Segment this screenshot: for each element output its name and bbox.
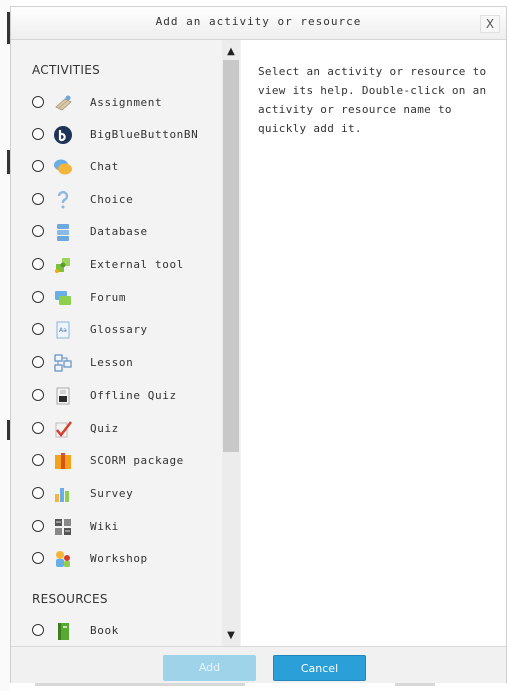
dialog-titlebar: Add an activity or resource X — [11, 7, 506, 40]
radio-button[interactable] — [32, 552, 44, 564]
scroll-thumb[interactable] — [223, 60, 239, 452]
quiz-icon — [55, 421, 72, 438]
activity-option-forum[interactable]: Forum — [11, 283, 221, 313]
activity-option-bigbluebuttonbn[interactable]: BigBlueButtonBN — [11, 120, 221, 150]
radio-button[interactable] — [32, 225, 44, 237]
background-page-content — [10, 683, 507, 691]
radio-button[interactable] — [32, 422, 44, 434]
radio-button[interactable] — [32, 624, 44, 636]
activity-option-external-tool[interactable]: External tool — [11, 250, 221, 280]
scroll-down-arrow-icon[interactable]: ▼ — [222, 628, 240, 644]
activity-option-glossary[interactable]: Aa Glossary — [11, 315, 221, 345]
dialog-title: Add an activity or resource — [155, 15, 362, 28]
activity-label: Offline Quiz — [90, 389, 177, 402]
external-tool-icon — [55, 258, 70, 273]
activity-label: External tool — [90, 258, 184, 271]
activity-label: Quiz — [90, 422, 119, 435]
activity-label: Glossary — [90, 323, 148, 336]
activity-label: SCORM package — [90, 454, 184, 467]
activity-option-quiz[interactable]: Quiz — [11, 414, 221, 444]
module-list[interactable]: ACTIVITIES Assignment BigBlueButtonBN Ch… — [11, 40, 241, 646]
close-button[interactable]: X — [480, 15, 500, 33]
radio-button[interactable] — [32, 160, 44, 172]
activity-label: Database — [90, 225, 148, 238]
forum-icon — [55, 291, 71, 305]
activity-label: Forum — [90, 291, 127, 304]
cancel-button[interactable]: Cancel — [273, 655, 366, 681]
wiki-icon — [55, 519, 71, 535]
activity-option-lesson[interactable]: Lesson — [11, 348, 221, 378]
activity-option-workshop[interactable]: Workshop — [11, 544, 221, 574]
radio-button[interactable] — [32, 193, 44, 205]
choice-icon — [57, 190, 69, 209]
activity-label: Lesson — [90, 356, 134, 369]
background-text-fragment — [395, 683, 435, 686]
workshop-icon — [56, 551, 70, 567]
help-text: Select an activity or resource to view i… — [258, 65, 487, 135]
radio-button[interactable] — [32, 96, 44, 108]
activity-option-wiki[interactable]: Wiki — [11, 512, 221, 542]
background-page-edge — [0, 0, 10, 691]
activity-option-assignment[interactable]: Assignment — [11, 88, 221, 118]
activity-option-offline-quiz[interactable]: Offline Quiz — [11, 381, 221, 411]
book-icon — [58, 623, 69, 640]
activity-option-chat[interactable]: Chat — [11, 152, 221, 182]
activity-label: Chat — [90, 160, 119, 173]
lesson-icon — [54, 354, 72, 372]
background-text-fragment — [35, 683, 245, 686]
svg-text:Aa: Aa — [59, 327, 67, 334]
activity-option-survey[interactable]: Survey — [11, 479, 221, 509]
radio-button[interactable] — [32, 389, 44, 401]
activity-label: BigBlueButtonBN — [90, 128, 199, 141]
radio-button[interactable] — [32, 291, 44, 303]
activity-label: Choice — [90, 193, 134, 206]
scroll-up-arrow-icon[interactable]: ▲ — [222, 44, 240, 60]
scorm-icon — [55, 453, 71, 469]
activity-chooser-dialog: Add an activity or resource X ACTIVITIES… — [10, 6, 507, 691]
resources-heading: RESOURCES — [32, 592, 108, 606]
activity-label: Assignment — [90, 96, 163, 109]
glossary-icon: Aa — [56, 321, 70, 339]
radio-button[interactable] — [32, 520, 44, 532]
offline-quiz-icon — [56, 387, 70, 405]
radio-button[interactable] — [32, 487, 44, 499]
activity-label: Wiki — [90, 520, 119, 533]
activity-option-database[interactable]: Database — [11, 217, 221, 247]
activities-heading: ACTIVITIES — [32, 63, 101, 77]
radio-button[interactable] — [32, 323, 44, 335]
radio-button[interactable] — [32, 258, 44, 270]
activity-label: Survey — [90, 487, 134, 500]
radio-button[interactable] — [32, 128, 44, 140]
bigbluebutton-icon — [54, 126, 72, 144]
activity-option-scorm-package[interactable]: SCORM package — [11, 446, 221, 476]
activity-option-choice[interactable]: Choice — [11, 185, 221, 215]
database-icon — [57, 224, 69, 241]
chat-icon — [54, 159, 72, 175]
add-button[interactable]: Add — [163, 655, 256, 681]
resource-label: Book — [90, 624, 119, 637]
list-scrollbar[interactable]: ▲ ▼ — [222, 40, 240, 646]
activity-label: Workshop — [90, 552, 148, 565]
radio-button[interactable] — [32, 356, 44, 368]
radio-button[interactable] — [32, 454, 44, 466]
survey-icon — [55, 488, 69, 502]
resource-option-book[interactable]: Book — [11, 616, 221, 646]
assignment-icon — [55, 95, 72, 111]
